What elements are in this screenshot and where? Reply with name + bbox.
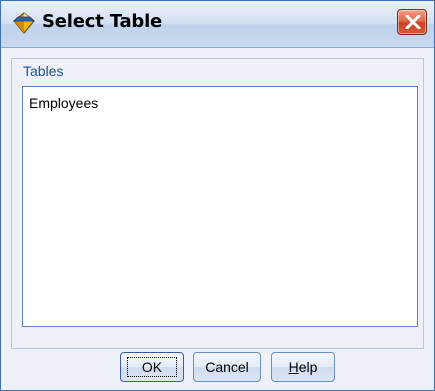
- help-button[interactable]: Help: [271, 352, 335, 382]
- window-title: Select Table: [42, 11, 163, 32]
- ok-button[interactable]: OK: [120, 352, 184, 382]
- tables-list[interactable]: Employees: [22, 86, 418, 327]
- close-icon: [405, 15, 421, 29]
- ok-label: OK: [126, 357, 178, 377]
- help-mnemonic: H: [288, 359, 299, 375]
- help-label: Help: [289, 359, 318, 375]
- cancel-label: Cancel: [205, 359, 249, 375]
- title-bar[interactable]: Select Table: [1, 1, 434, 48]
- list-item[interactable]: Employees: [28, 95, 99, 111]
- tables-label: Tables: [23, 63, 64, 79]
- cancel-button[interactable]: Cancel: [193, 352, 261, 382]
- close-button[interactable]: [397, 9, 427, 35]
- help-label-rest: elp: [298, 359, 318, 375]
- select-table-dialog: Select Table Tables Employees OK Cancel …: [0, 0, 435, 391]
- diamond-icon: [12, 11, 36, 35]
